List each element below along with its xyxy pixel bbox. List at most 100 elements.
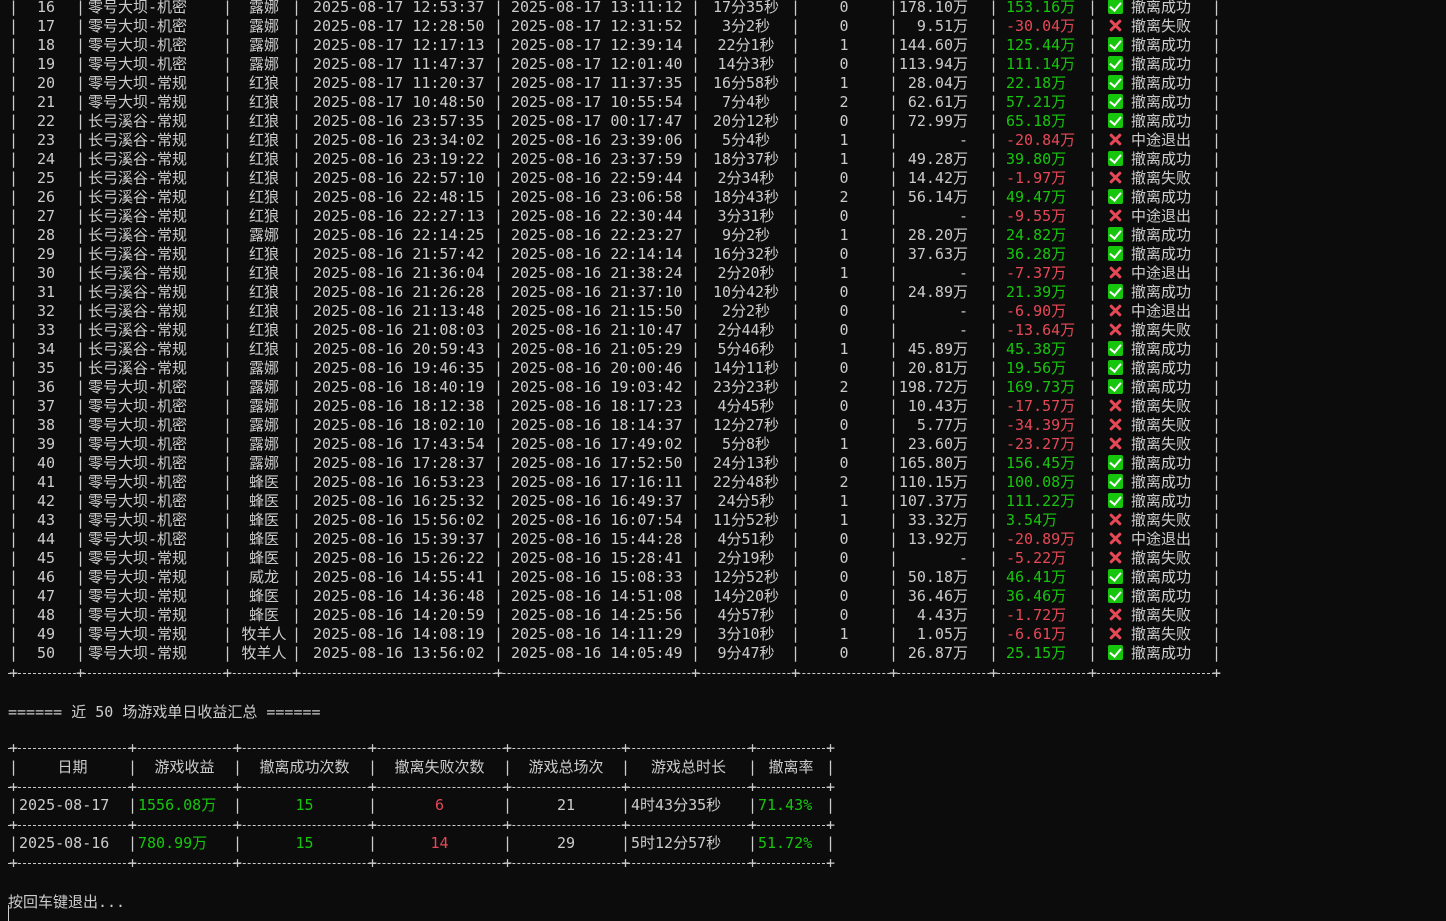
column-separator: | bbox=[76, 264, 86, 282]
cross-mark-icon bbox=[1108, 531, 1123, 546]
cell-map: 零号大坝-机密 bbox=[88, 454, 188, 472]
column-separator: | bbox=[889, 568, 899, 586]
column-separator: | bbox=[989, 397, 999, 415]
border-corner: + bbox=[1088, 664, 1098, 682]
column-separator: | bbox=[889, 416, 899, 434]
cell-value: 33.32万 bbox=[907, 511, 968, 529]
cross-mark-icon bbox=[1108, 512, 1123, 527]
cell-map: 零号大坝-常规 bbox=[88, 625, 188, 643]
border-corner: + bbox=[233, 739, 243, 757]
cell-map: 零号大坝-机密 bbox=[88, 492, 188, 510]
cell-map: 零号大坝-常规 bbox=[88, 644, 188, 662]
summary-cell-duration: 4时43分35秒 bbox=[631, 796, 722, 814]
border-corner: + bbox=[128, 816, 138, 834]
column-separator: | bbox=[494, 435, 504, 453]
cell-duration: 14分3秒 bbox=[717, 55, 775, 73]
cell-status: 中途退出 bbox=[1108, 302, 1216, 321]
check-mark-icon bbox=[1108, 455, 1123, 470]
cell-duration: 5分46秒 bbox=[717, 340, 775, 358]
exit-prompt: 按回车键退出... bbox=[8, 893, 126, 911]
cell-map: 长弓溪谷-常规 bbox=[88, 150, 188, 168]
cell-map: 零号大坝-机密 bbox=[88, 435, 188, 453]
cell-profit: -1.97万 bbox=[1006, 169, 1067, 187]
column-separator: | bbox=[9, 55, 19, 73]
cell-value: 50.18万 bbox=[907, 568, 968, 586]
cell-status: 撤离成功 bbox=[1108, 93, 1216, 112]
cell-kills: 0 bbox=[839, 245, 849, 263]
column-separator: | bbox=[989, 435, 999, 453]
cell-value: 24.89万 bbox=[907, 283, 968, 301]
cell-hero: 露娜 bbox=[248, 359, 279, 377]
table-row: | | | | | | | | | | | 28 长弓溪谷-常规 露娜 2025-08-16 22:14:2… bbox=[0, 226, 1230, 245]
column-separator: | bbox=[989, 0, 999, 16]
column-separator: | bbox=[9, 340, 19, 358]
cell-kills: 0 bbox=[839, 55, 849, 73]
column-separator: | bbox=[494, 454, 504, 472]
status-text: 撤离成功 bbox=[1131, 93, 1192, 111]
column-separator: | bbox=[76, 283, 86, 301]
border-corner: + bbox=[233, 854, 243, 872]
cell-hero: 蜂医 bbox=[248, 511, 279, 529]
cell-hero: 牧羊人 bbox=[241, 644, 287, 662]
column-separator: | bbox=[748, 758, 758, 776]
column-separator: | bbox=[691, 397, 701, 415]
cell-kills: 2 bbox=[839, 93, 849, 111]
cell-start: 2025-08-17 12:28:50 bbox=[313, 17, 485, 35]
column-separator: | bbox=[9, 359, 19, 377]
cell-end: 2025-08-16 15:08:33 bbox=[511, 568, 683, 586]
cell-duration: 9分2秒 bbox=[721, 226, 771, 244]
column-separator: | bbox=[9, 796, 19, 814]
column-separator: | bbox=[989, 492, 999, 510]
table-row: | | | | | | | | | | | 40 零号大坝-机密 露娜 2025-08-16 17:28:3… bbox=[0, 454, 1230, 473]
cross-mark-icon bbox=[1108, 550, 1123, 565]
cell-kills: 1 bbox=[839, 226, 849, 244]
cell-no: 28 bbox=[36, 226, 56, 244]
column-separator: | bbox=[503, 758, 513, 776]
border-corner: + bbox=[826, 739, 836, 757]
cell-profit: -20.89万 bbox=[1006, 530, 1076, 548]
column-separator: | bbox=[494, 473, 504, 491]
cell-status: 中途退出 bbox=[1108, 131, 1216, 150]
cell-value: 23.60万 bbox=[907, 435, 968, 453]
cell-profit: 153.16万 bbox=[1006, 0, 1076, 16]
column-separator: | bbox=[691, 416, 701, 434]
text-cursor bbox=[8, 905, 9, 921]
column-separator: | bbox=[791, 549, 801, 567]
cell-start: 2025-08-16 23:34:02 bbox=[313, 131, 485, 149]
table-row: | | | | | | | | | | | 31 长弓溪谷-常规 红狼 2025-08-16 21:26:2… bbox=[0, 283, 1230, 302]
check-mark-icon bbox=[1108, 588, 1123, 603]
cell-map: 零号大坝-机密 bbox=[88, 416, 188, 434]
cross-mark-icon bbox=[1108, 436, 1123, 451]
cell-status: 撤离失败 bbox=[1108, 397, 1216, 416]
column-separator: | bbox=[76, 606, 86, 624]
cell-kills: 0 bbox=[839, 321, 849, 339]
border-corner: + bbox=[494, 664, 504, 682]
status-text: 撤离成功 bbox=[1131, 644, 1192, 662]
column-separator: | bbox=[691, 511, 701, 529]
column-separator: | bbox=[76, 188, 86, 206]
cell-no: 17 bbox=[36, 17, 56, 35]
cell-end: 2025-08-16 20:00:46 bbox=[511, 359, 683, 377]
cell-profit: 100.08万 bbox=[1006, 473, 1076, 491]
cell-no: 20 bbox=[36, 74, 56, 92]
column-separator: | bbox=[791, 74, 801, 92]
column-separator: | bbox=[791, 112, 801, 130]
column-separator: | bbox=[989, 568, 999, 586]
status-text: 撤离成功 bbox=[1131, 150, 1192, 168]
cell-profit: 25.15万 bbox=[1006, 644, 1067, 662]
cell-kills: 1 bbox=[839, 150, 849, 168]
column-separator: | bbox=[76, 36, 86, 54]
column-separator: | bbox=[128, 834, 138, 852]
cell-start: 2025-08-17 10:48:50 bbox=[313, 93, 485, 111]
column-separator: | bbox=[494, 131, 504, 149]
column-separator: | bbox=[691, 264, 701, 282]
cell-profit: -34.39万 bbox=[1006, 416, 1076, 434]
table-row: | | | | | | | | | | | 37 零号大坝-机密 露娜 2025-08-16 18:12:3… bbox=[0, 397, 1230, 416]
cell-map: 长弓溪谷-常规 bbox=[88, 188, 188, 206]
cell-value: 26.87万 bbox=[907, 644, 968, 662]
cell-value: 198.72万 bbox=[898, 378, 968, 396]
cell-status: 撤离成功 bbox=[1108, 454, 1216, 473]
column-separator: | bbox=[76, 549, 86, 567]
cell-value: 10.43万 bbox=[907, 397, 968, 415]
table-row: | | | | | | | | | | | 36 零号大坝-机密 露娜 2025-08-16 18:40:1… bbox=[0, 378, 1230, 397]
